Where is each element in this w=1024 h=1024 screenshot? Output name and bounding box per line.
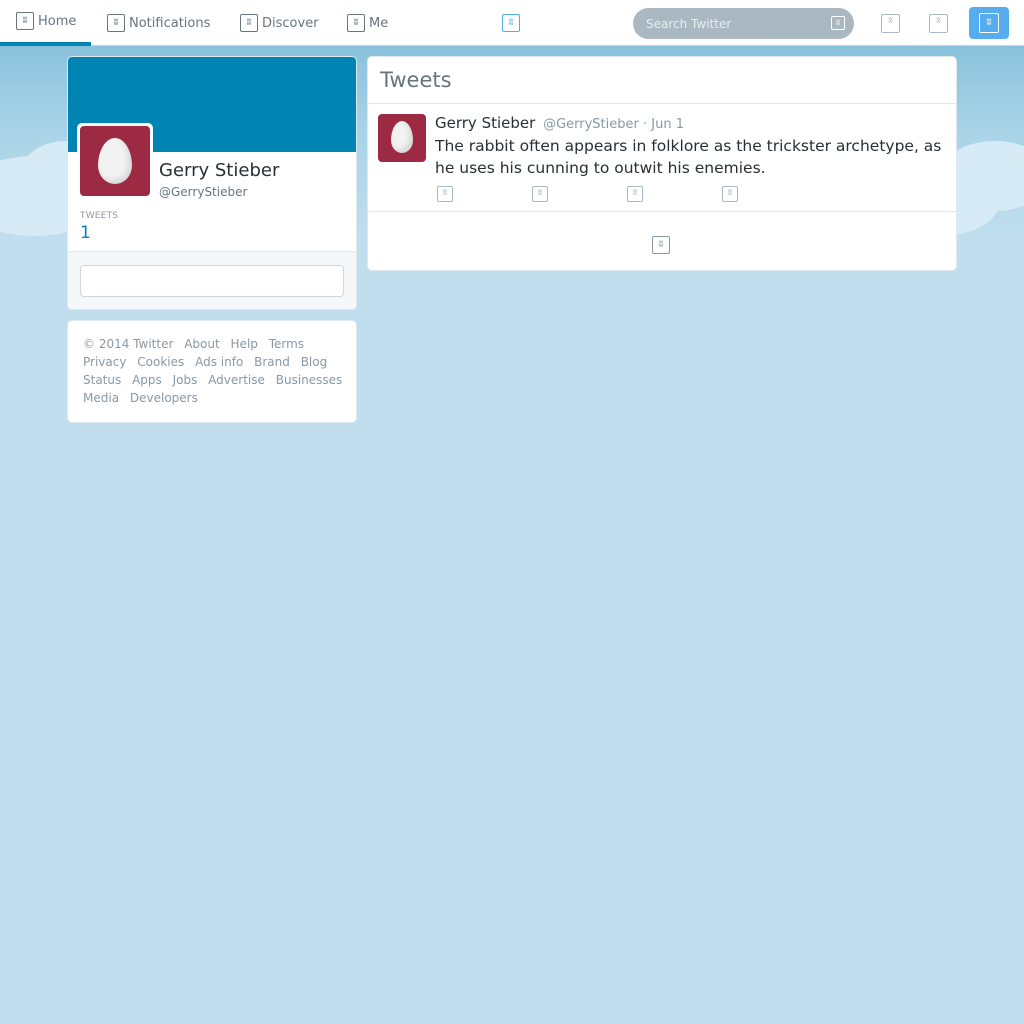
tweet-meta[interactable]: @GerryStieber · Jun 1 bbox=[543, 117, 684, 132]
footer-link-privacy[interactable]: Privacy bbox=[83, 355, 126, 369]
timeline-title: Tweets bbox=[380, 68, 452, 92]
nav-notifications-label: Notifications bbox=[129, 15, 211, 31]
settings-icon[interactable]: ʬ bbox=[929, 14, 948, 33]
footer-link-advertise[interactable]: Advertise bbox=[208, 373, 265, 387]
footer-link-about[interactable]: About bbox=[184, 337, 219, 351]
footer-link-apps[interactable]: Apps bbox=[132, 373, 162, 387]
tweet-avatar[interactable] bbox=[378, 114, 426, 162]
nav-home[interactable]: ʬ Home bbox=[0, 0, 91, 46]
footer-link-businesses[interactable]: Businesses bbox=[276, 373, 343, 387]
home-icon: ʬ bbox=[16, 12, 34, 30]
top-navigation-bar: ʬ Home ʬ Notifications ʬ Discover ʬ Me ʬ… bbox=[0, 0, 1024, 46]
footer-link-jobs[interactable]: Jobs bbox=[173, 373, 198, 387]
compose-icon: ʬ bbox=[979, 13, 999, 33]
messages-icon[interactable]: ʬ bbox=[881, 14, 900, 33]
reply-icon[interactable]: ʬ bbox=[437, 186, 453, 202]
search-input[interactable]: Search Twitter ʬ bbox=[633, 8, 854, 39]
footer-link-brand[interactable]: Brand bbox=[254, 355, 290, 369]
footer-line: Status Apps Jobs Advertise Businesses bbox=[83, 371, 346, 389]
footer-link-blog[interactable]: Blog bbox=[301, 355, 328, 369]
nav-me[interactable]: ʬ Me bbox=[347, 0, 388, 46]
footer-link-developers[interactable]: Developers bbox=[130, 391, 198, 405]
footer-link-status[interactable]: Status bbox=[83, 373, 121, 387]
footer-link-terms[interactable]: Terms bbox=[269, 337, 304, 351]
nav-me-label: Me bbox=[369, 15, 389, 31]
footer-links: © 2014 Twitter About Help Terms Privacy … bbox=[67, 320, 357, 423]
footer-line: Privacy Cookies Ads info Brand Blog bbox=[83, 353, 346, 371]
nav-notifications[interactable]: ʬ Notifications bbox=[107, 0, 210, 46]
nav-discover[interactable]: ʬ Discover bbox=[240, 0, 319, 46]
tweets-timeline: Tweets Gerry Stieber @GerryStieber · Jun… bbox=[367, 56, 957, 271]
default-egg-icon bbox=[98, 138, 132, 184]
nav-home-label: Home bbox=[38, 13, 77, 29]
footer-line: © 2014 Twitter About Help Terms bbox=[83, 335, 346, 353]
footer-copyright: © 2014 Twitter bbox=[83, 337, 174, 351]
profile-name[interactable]: Gerry Stieber bbox=[159, 160, 279, 181]
footer-link-cookies[interactable]: Cookies bbox=[137, 355, 184, 369]
me-icon: ʬ bbox=[347, 14, 365, 32]
twitter-bird-icon[interactable]: ʬ bbox=[502, 14, 520, 32]
tweet-author-name[interactable]: Gerry Stieber bbox=[435, 114, 535, 132]
tweets-stat-label[interactable]: TWEETS bbox=[80, 211, 118, 221]
tweet-header: Gerry Stieber @GerryStieber · Jun 1 bbox=[435, 114, 684, 132]
timeline-end-icon: ʬ bbox=[652, 236, 670, 254]
tweet-text: The rabbit often appears in folklore as … bbox=[435, 137, 942, 177]
nav-discover-label: Discover bbox=[262, 15, 319, 31]
default-egg-icon bbox=[391, 121, 413, 153]
profile-card: Gerry Stieber @GerryStieber TWEETS 1 bbox=[67, 56, 357, 310]
notifications-icon: ʬ bbox=[107, 14, 125, 32]
footer-line: Media Developers bbox=[83, 389, 346, 407]
search-placeholder: Search Twitter bbox=[646, 16, 732, 31]
tweets-stat-value[interactable]: 1 bbox=[80, 223, 91, 243]
favorite-icon[interactable]: ʬ bbox=[627, 186, 643, 202]
footer-link-media[interactable]: Media bbox=[83, 391, 119, 405]
search-icon[interactable]: ʬ bbox=[831, 16, 845, 30]
retweet-icon[interactable]: ʬ bbox=[532, 186, 548, 202]
compose-tweet-button[interactable]: ʬ bbox=[969, 7, 1009, 39]
compose-tweet-field[interactable] bbox=[80, 265, 344, 297]
profile-handle[interactable]: @GerryStieber bbox=[159, 185, 247, 199]
more-icon[interactable]: ʬ bbox=[722, 186, 738, 202]
avatar[interactable] bbox=[77, 123, 153, 199]
tweet-item[interactable]: Gerry Stieber @GerryStieber · Jun 1 The … bbox=[368, 104, 956, 212]
discover-icon: ʬ bbox=[240, 14, 258, 32]
footer-link-ads-info[interactable]: Ads info bbox=[195, 355, 243, 369]
timeline-end: ʬ bbox=[652, 232, 670, 254]
footer-link-help[interactable]: Help bbox=[231, 337, 258, 351]
